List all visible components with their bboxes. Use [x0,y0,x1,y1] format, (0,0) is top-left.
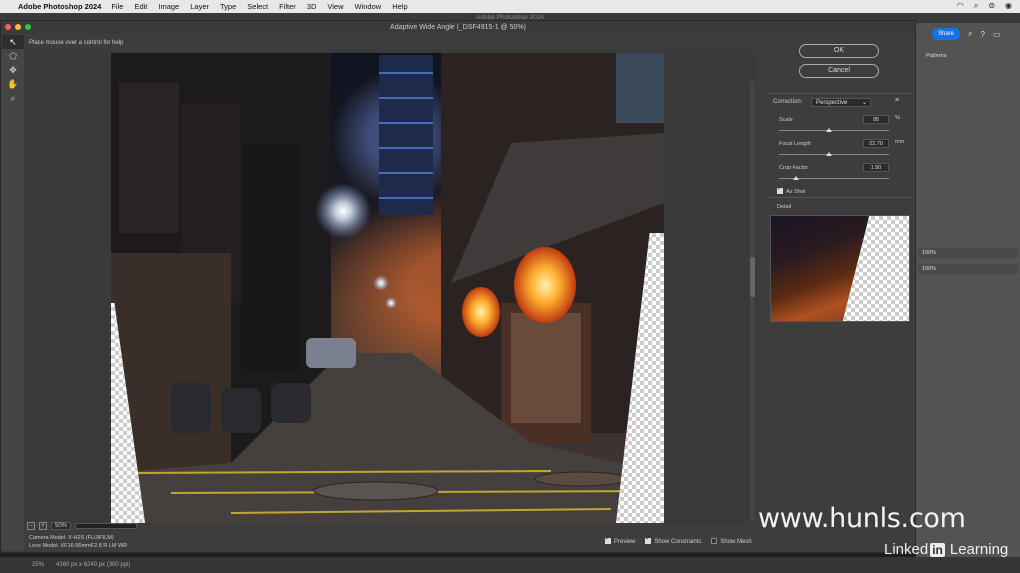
zoom-slider[interactable] [75,523,138,529]
adaptive-wide-angle-dialog: Adaptive Wide Angle (_DSF4915-1 @ 50%) ↖… [0,20,916,553]
help-hint: Place mouse over a control for help [29,40,124,46]
panel-menu-icon[interactable]: ≡ [895,97,899,104]
menu-file[interactable]: File [111,2,123,11]
preview-label: Preview [614,539,636,545]
search-icon[interactable]: ⌕ [974,1,978,11]
crop-factor-input[interactable]: 1.50 [863,163,889,172]
zoom-controls: − + 50% [27,522,138,530]
correction-label: Correction: [773,99,803,105]
divider [767,197,911,198]
unchecked-box-icon [711,538,718,544]
detail-preview [770,215,910,322]
divider [767,93,911,94]
scale-unit: % [895,115,900,121]
as-shot-label: As Shot [786,189,806,195]
zoom-out-icon[interactable]: − [27,522,35,530]
correction-dropdown[interactable]: Perspective ⌄ [811,98,871,107]
check-icon [777,185,783,194]
scale-slider[interactable] [779,130,889,131]
show-constraints-checkbox[interactable]: Show Constraints [645,535,702,545]
cancel-button[interactable]: Cancel [799,64,879,78]
menu-select[interactable]: Select [247,2,268,11]
constraint-tool-icon[interactable]: ↖ [2,35,24,49]
lens-model: Lens Model: XF16-55mmF2.8 R LM WR [29,543,128,549]
control-center-icon[interactable]: ⊜ [988,1,995,11]
dialog-titlebar: Adaptive Wide Angle (_DSF4915-1 @ 50%) [1,21,915,34]
scale-slider-thumb[interactable] [825,128,832,132]
photo-preview[interactable] [111,53,664,523]
menu-3d[interactable]: 3D [307,2,317,11]
focal-length-label: Focal Length [779,141,811,147]
polygon-constraint-tool-icon[interactable]: ⬠ [2,49,24,63]
linkedin-learning-logo: Linked in Learning [884,541,1008,558]
preview-checkbox[interactable]: Preview [605,535,636,545]
help-icon[interactable]: ? [981,30,985,39]
top-toolbar: Share ⌕ ? ▭ [916,23,1020,45]
detail-label: Detail [777,204,792,210]
menu-layer[interactable]: Layer [190,2,209,11]
logo-linked: Linked [884,541,929,558]
logo-learning: Learning [949,541,1009,558]
menu-help[interactable]: Help [392,2,407,11]
menu-window[interactable]: Window [355,2,382,11]
show-mesh-checkbox[interactable]: Show Mesh [711,537,752,545]
logo-in: in [930,542,945,557]
hand-tool-icon[interactable]: ✋ [2,77,24,91]
street-scene-image [111,53,664,523]
ok-button[interactable]: OK [799,44,879,58]
focal-length-slider[interactable] [779,154,889,155]
opacity-field[interactable]: 100% [918,248,1018,258]
wifi-icon[interactable]: ◠ [957,1,964,11]
menu-filter[interactable]: Filter [279,2,296,11]
correction-value: Perspective [816,100,848,106]
focal-length-input[interactable]: 22.70 [863,139,889,148]
check-icon [645,535,652,544]
dialog-tools: ↖ ⬠ ✥ ✋ ⌕ [2,35,24,550]
workspace-icon[interactable]: ▭ [993,30,1001,39]
check-icon [605,535,611,544]
menu-type[interactable]: Type [220,2,236,11]
fill-field[interactable]: 100% [918,264,1018,274]
move-tool-icon[interactable]: ✥ [2,63,24,77]
menu-bar: Adobe Photoshop 2024 File Edit Image Lay… [0,0,1020,13]
camera-info: Camera Model: X-H2S (FUJIFILM) Lens Mode… [29,534,127,550]
menu-view[interactable]: View [327,2,343,11]
close-icon[interactable] [5,24,11,30]
canvas-scrollbar[interactable] [750,81,755,521]
menu-image[interactable]: Image [158,2,179,11]
show-constraints-label: Show Constraints [654,539,702,545]
minimize-icon[interactable] [15,24,21,30]
scale-input[interactable]: 95 [863,115,889,124]
scale-label: Scale [779,117,793,123]
status-bar: 25% 4160 px x 6240 px (300 ppi) [0,557,1020,573]
crop-factor-label: Crop Factor [779,165,809,171]
zoom-tool-icon[interactable]: ⌕ [2,91,24,105]
camera-model: Camera Model: X-H2S (FUJIFILM) [29,535,114,541]
zoom-level[interactable]: 50% [51,522,72,530]
focal-length-slider-thumb[interactable] [825,152,832,156]
right-panel [916,45,1020,557]
preview-options: Preview Show Constraints Show Mesh [605,535,752,545]
search-icon[interactable]: ⌕ [968,29,972,39]
menu-edit[interactable]: Edit [134,2,147,11]
watermark-text: www.hunls.com [758,503,966,534]
chevron-down-icon: ⌄ [861,100,867,106]
as-shot-checkbox[interactable]: As Shot [777,185,806,195]
show-mesh-label: Show Mesh [720,539,752,545]
zoom-window-icon[interactable] [25,24,31,30]
document-dimensions: 4160 px x 6240 px (300 ppi) [56,562,131,568]
share-button[interactable]: Share [932,28,961,40]
status-zoom[interactable]: 25% [32,562,44,568]
focal-length-unit: mm [895,139,905,145]
settings-panel: OK Cancel Correction: Perspective ⌄ ≡ Sca… [763,35,915,550]
scrollbar-thumb[interactable] [750,257,755,297]
dialog-title: Adaptive Wide Angle (_DSF4915-1 @ 50%) [390,24,526,31]
preview-canvas[interactable] [25,50,757,524]
siri-icon[interactable]: ◉ [1005,1,1012,11]
zoom-in-icon[interactable]: + [39,522,47,530]
crop-factor-slider-thumb[interactable] [792,176,799,180]
tab-patterns[interactable]: Patterns [926,53,946,59]
app-name[interactable]: Adobe Photoshop 2024 [18,2,101,11]
